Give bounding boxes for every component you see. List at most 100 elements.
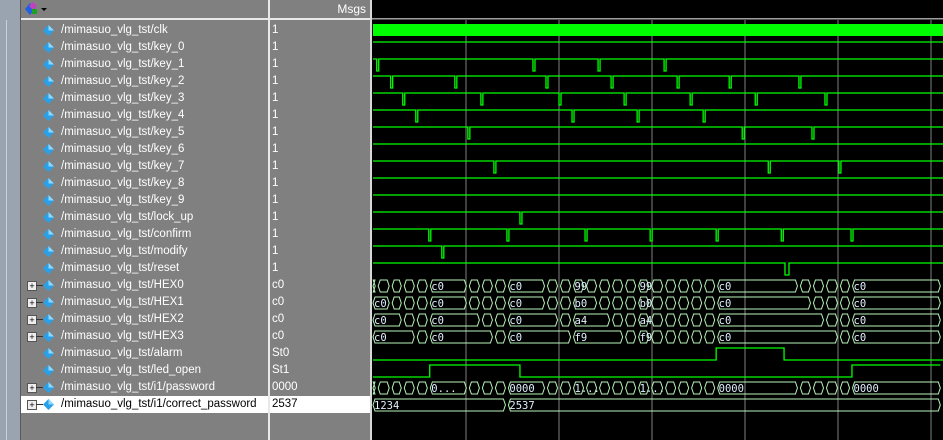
signal-wave [373, 58, 943, 72]
bus-segment [665, 296, 677, 310]
signal-row[interactable]: + /mimasuo_vlg_tst/HEX3 [21, 328, 268, 345]
bus-segment [691, 279, 703, 293]
signal-row[interactable]: + /mimasuo_vlg_tst/i1/correct_password [21, 396, 268, 413]
expand-icon[interactable]: + [27, 298, 37, 308]
bus-segment [403, 279, 415, 293]
bus-segment [468, 279, 480, 293]
wave-format-icon[interactable] [21, 1, 51, 17]
expand-icon[interactable]: + [27, 332, 37, 342]
bus-segment [416, 296, 428, 310]
signal-value: 1 [272, 75, 279, 87]
signal-diamond-icon [43, 314, 54, 325]
signal-diamond-icon [43, 280, 54, 291]
signal-value: 1 [272, 24, 279, 36]
signal-diamond-icon [43, 331, 54, 342]
signal-value: 0000 [272, 381, 298, 393]
signal-row[interactable]: /mimasuo_vlg_tst/lock_up [21, 209, 268, 226]
signal-name: /mimasuo_vlg_tst/key_1 [61, 58, 185, 70]
bus-value-label: c0 [719, 332, 732, 344]
bus-segment [481, 279, 493, 293]
msgs-header-label: Msgs [337, 2, 366, 16]
bus-segment [825, 279, 838, 293]
signal-row[interactable]: /mimasuo_vlg_tst/key_2 [21, 73, 268, 90]
bus-segment [612, 381, 624, 395]
bus-segment [678, 279, 690, 293]
bus-segment [717, 296, 811, 310]
bus-value-label: c0 [374, 298, 387, 310]
signal-row[interactable]: /mimasuo_vlg_tst/key_9 [21, 192, 268, 209]
signal-wave [373, 347, 943, 361]
signal-row[interactable]: /mimasuo_vlg_tst/clk [21, 22, 268, 39]
signal-diamond-icon [43, 365, 54, 376]
signal-diamond-icon [43, 195, 54, 206]
tree-connector [36, 302, 43, 303]
bus-segment [559, 381, 572, 395]
expand-icon[interactable]: + [27, 383, 37, 393]
signal-row[interactable]: + /mimasuo_vlg_tst/HEX1 [21, 294, 268, 311]
signal-row[interactable]: /mimasuo_vlg_tst/key_6 [21, 141, 268, 158]
signal-diamond-icon [43, 127, 54, 138]
expand-icon[interactable]: + [27, 400, 37, 410]
bus-segment [678, 381, 690, 395]
bus-segment [651, 330, 664, 344]
signal-name: /mimasuo_vlg_tst/HEX3 [61, 330, 184, 342]
waveform-pane[interactable]: c0 c0 99 99 c0 c0 c0 c0 c0 b0 b0 c0 c0 c0 c0 c0 a4 a4 c0 c0… [372, 0, 943, 440]
signal-wave [373, 245, 943, 259]
signal-name: /mimasuo_vlg_tst/key_0 [61, 41, 185, 53]
signal-wave [373, 211, 943, 225]
signal-row[interactable]: /mimasuo_vlg_tst/key_1 [21, 56, 268, 73]
signal-row[interactable]: /mimasuo_vlg_tst/key_8 [21, 175, 268, 192]
bus-segment [391, 279, 402, 293]
bus-segment [691, 313, 703, 327]
bus-segment [704, 279, 716, 293]
bus-segment [494, 279, 506, 293]
signal-wave [373, 92, 943, 106]
signal-row[interactable]: /mimasuo_vlg_tst/led_open [21, 362, 268, 379]
bus-segment [612, 296, 624, 310]
signal-row[interactable]: /mimasuo_vlg_tst/reset [21, 260, 268, 277]
expand-icon[interactable]: + [27, 315, 37, 325]
signal-name: /mimasuo_vlg_tst/clk [61, 24, 168, 36]
signal-row[interactable]: + /mimasuo_vlg_tst/i1/password [21, 379, 268, 396]
bus-segment [599, 296, 611, 310]
bus-segment [799, 381, 811, 395]
signal-row[interactable]: + /mimasuo_vlg_tst/HEX2 [21, 311, 268, 328]
bus-value-label: c0 [374, 315, 387, 327]
bus-value-label: c0 [854, 315, 867, 327]
signal-row[interactable]: /mimasuo_vlg_tst/key_0 [21, 39, 268, 56]
signal-row[interactable]: /mimasuo_vlg_tst/key_4 [21, 107, 268, 124]
signal-diamond-icon [43, 399, 54, 410]
bus-segment [625, 381, 637, 395]
signal-diamond-icon [43, 178, 54, 189]
timeline-separator [372, 18, 943, 20]
bus-value-label: c0 [509, 332, 522, 344]
bus-segment [416, 313, 428, 327]
signal-value: St0 [272, 347, 290, 359]
bus-segment [839, 296, 851, 310]
bus-segment [481, 381, 493, 395]
signal-diamond-icon [43, 25, 54, 36]
bus-segment [494, 330, 506, 344]
signal-row[interactable]: + /mimasuo_vlg_tst/HEX0 [21, 277, 268, 294]
bus-segment [625, 313, 637, 327]
signal-row[interactable]: /mimasuo_vlg_tst/modify [21, 243, 268, 260]
signal-diamond-icon [43, 42, 54, 53]
bus-value-label: 0000 [719, 383, 744, 395]
signal-name: /mimasuo_vlg_tst/key_7 [61, 160, 185, 172]
bus-segment [678, 313, 690, 327]
signal-wave [373, 126, 943, 140]
waveform-canvas[interactable]: c0 c0 99 99 c0 c0 c0 c0 c0 b0 b0 c0 c0 c0 c0 c0 a4 a4 c0 c0… [372, 0, 943, 440]
bus-segment [507, 398, 941, 412]
signal-row[interactable]: /mimasuo_vlg_tst/alarm [21, 345, 268, 362]
bus-segment [416, 279, 428, 293]
signal-value: 1 [272, 262, 279, 274]
tree-connector [36, 404, 43, 405]
expand-icon[interactable]: + [27, 281, 37, 291]
signal-wave [373, 364, 941, 378]
signal-row[interactable]: /mimasuo_vlg_tst/key_7 [21, 158, 268, 175]
signal-row[interactable]: /mimasuo_vlg_tst/confirm [21, 226, 268, 243]
signal-diamond-icon [43, 59, 54, 70]
signal-name: /mimasuo_vlg_tst/key_8 [61, 177, 185, 189]
signal-row[interactable]: /mimasuo_vlg_tst/key_5 [21, 124, 268, 141]
signal-row[interactable]: /mimasuo_vlg_tst/key_3 [21, 90, 268, 107]
